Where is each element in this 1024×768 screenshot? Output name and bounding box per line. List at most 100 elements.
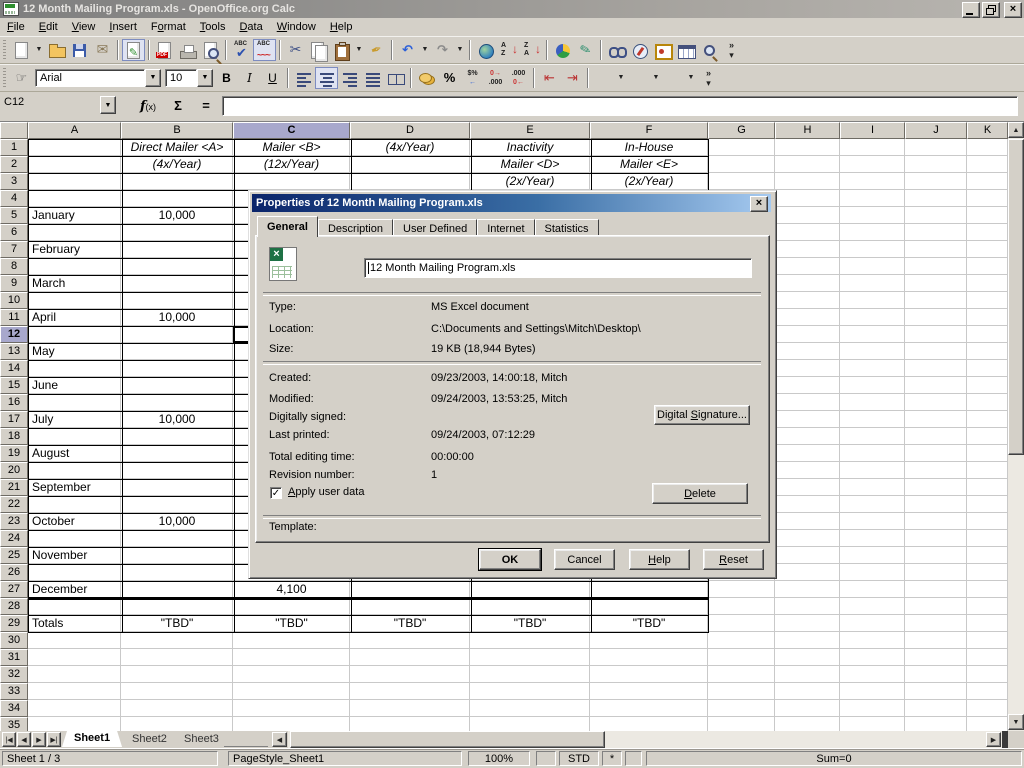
close-button[interactable]: × (1004, 2, 1022, 18)
cancel-button[interactable]: Cancel (554, 549, 615, 570)
hscroll-left-icon[interactable]: ◀ (272, 732, 287, 747)
status-field-4[interactable]: STD (559, 751, 599, 766)
reset-button[interactable]: Reset (703, 549, 764, 570)
apply-user-data-checkbox[interactable]: ✓ (270, 487, 282, 499)
vertical-scrollbar[interactable]: ▲ ▼ (1008, 122, 1024, 731)
row-header-26[interactable]: 26 (0, 564, 28, 581)
row-header-32[interactable]: 32 (0, 666, 28, 683)
font-name-combo[interactable]: Arial (35, 69, 145, 87)
sheet-tab-sheet1[interactable]: Sheet1 (62, 731, 122, 747)
save-icon[interactable] (68, 39, 91, 61)
cell-B11[interactable]: 10,000 (122, 309, 232, 325)
paste-icon[interactable] (330, 39, 353, 61)
menu-window[interactable]: Window (270, 18, 323, 36)
toolbar-grip[interactable] (3, 40, 6, 60)
status-field-2[interactable]: 100% (468, 751, 530, 766)
percent-icon[interactable]: % (438, 67, 461, 89)
background-color-dropdown-icon[interactable]: ▼ (650, 67, 662, 89)
dialog-tab-general[interactable]: General (257, 216, 318, 237)
undo-dropdown-icon[interactable]: ▼ (419, 39, 431, 61)
styles-icon[interactable]: ☞ (10, 67, 33, 89)
zoom-icon[interactable] (697, 39, 720, 61)
row-header-2[interactable]: 2 (0, 156, 28, 173)
cell-A11[interactable]: April (29, 309, 123, 325)
menu-tools[interactable]: Tools (193, 18, 233, 36)
row-header-10[interactable]: 10 (0, 292, 28, 309)
font-name-dropdown-icon[interactable]: ▼ (145, 69, 161, 87)
column-header-B[interactable]: B (121, 122, 233, 139)
page-preview-icon[interactable] (199, 39, 222, 61)
justify-icon[interactable] (361, 67, 384, 89)
row-header-35[interactable]: 35 (0, 717, 28, 731)
sheet-first-icon[interactable]: |◀ (2, 732, 16, 747)
column-header-K[interactable]: K (967, 122, 1008, 139)
find-replace-icon[interactable] (605, 39, 628, 61)
row-header-14[interactable]: 14 (0, 360, 28, 377)
cell-B2[interactable]: (4x/Year) (122, 156, 232, 172)
sheet-prev-icon[interactable]: ◀ (17, 732, 31, 747)
data-sources-icon[interactable] (674, 39, 697, 61)
column-header-E[interactable]: E (470, 122, 590, 139)
cell-D1[interactable]: (4x/Year) (351, 139, 469, 155)
dialog-title-bar[interactable]: Properties of 12 Month Mailing Program.x… (252, 194, 771, 212)
filename-field[interactable]: 12 Month Mailing Program.xls (364, 258, 752, 278)
cell-E1[interactable]: Inactivity (471, 139, 589, 155)
align-center-icon[interactable] (315, 67, 338, 89)
cell-A27[interactable]: December (29, 581, 123, 597)
cell-A25[interactable]: November (29, 547, 123, 563)
decrease-indent-icon[interactable]: ⇤ (538, 67, 561, 89)
row-header-7[interactable]: 7 (0, 241, 28, 258)
sheet-tab-sheet2[interactable]: Sheet2 (120, 732, 179, 747)
cell-A15[interactable]: June (29, 377, 123, 393)
cell-E29[interactable]: "TBD" (471, 615, 589, 631)
row-header-30[interactable]: 30 (0, 632, 28, 649)
status-field-3[interactable] (536, 751, 556, 766)
font-size-dropdown-icon[interactable]: ▼ (197, 69, 213, 87)
borders-dropdown-icon[interactable]: ▼ (615, 67, 627, 89)
column-header-D[interactable]: D (350, 122, 470, 139)
menu-view[interactable]: View (65, 18, 103, 36)
paste-dropdown-icon[interactable]: ▼ (353, 39, 365, 61)
row-header-22[interactable]: 22 (0, 496, 28, 513)
apply-user-data-label[interactable]: Apply user data (288, 486, 364, 498)
add-decimal-icon[interactable]: 0→.000 (484, 67, 507, 89)
status-field-6[interactable] (625, 751, 642, 766)
cell-F2[interactable]: Mailer <E> (591, 156, 707, 172)
row-header-8[interactable]: 8 (0, 258, 28, 275)
dialog-close-icon[interactable]: × (750, 196, 768, 212)
status-field-5[interactable]: * (602, 751, 622, 766)
delete-button[interactable]: Delete (652, 483, 748, 504)
row-header-13[interactable]: 13 (0, 343, 28, 360)
cell-A17[interactable]: July (29, 411, 123, 427)
align-left-icon[interactable] (292, 67, 315, 89)
cell-F29[interactable]: "TBD" (591, 615, 707, 631)
hyperlink-icon[interactable] (474, 39, 497, 61)
toolbar-overflow-icon[interactable]: »▾ (720, 39, 743, 61)
background-color-icon[interactable] (627, 67, 650, 89)
horizontal-scroll-thumb[interactable] (290, 731, 605, 748)
row-header-18[interactable]: 18 (0, 428, 28, 445)
cell-C27[interactable]: 4,100 (234, 581, 349, 597)
name-box-dropdown-icon[interactable]: ▼ (100, 96, 116, 114)
digital-signature-button[interactable]: Digital Signature... (654, 405, 750, 425)
increase-indent-icon[interactable]: ⇥ (561, 67, 584, 89)
row-header-23[interactable]: 23 (0, 513, 28, 530)
row-header-24[interactable]: 24 (0, 530, 28, 547)
borders-icon[interactable] (592, 67, 615, 89)
column-header-I[interactable]: I (840, 122, 905, 139)
toolbar-grip[interactable] (3, 68, 6, 88)
minimize-button[interactable] (962, 2, 980, 18)
new-document-dropdown-icon[interactable]: ▼ (33, 39, 45, 61)
italic-icon[interactable]: I (238, 67, 261, 89)
font-color-dropdown-icon[interactable]: ▼ (685, 67, 697, 89)
cell-C1[interactable]: Mailer <B> (234, 139, 349, 155)
cell-A7[interactable]: February (29, 241, 123, 257)
row-header-16[interactable]: 16 (0, 394, 28, 411)
cell-F1[interactable]: In-House (591, 139, 707, 155)
row-header-12[interactable]: 12 (0, 326, 28, 343)
row-header-3[interactable]: 3 (0, 173, 28, 190)
cell-B23[interactable]: 10,000 (122, 513, 232, 529)
redo-dropdown-icon[interactable]: ▼ (454, 39, 466, 61)
status-field-0[interactable]: Sheet 1 / 3 (2, 751, 218, 766)
vertical-scroll-thumb[interactable] (1008, 139, 1024, 455)
